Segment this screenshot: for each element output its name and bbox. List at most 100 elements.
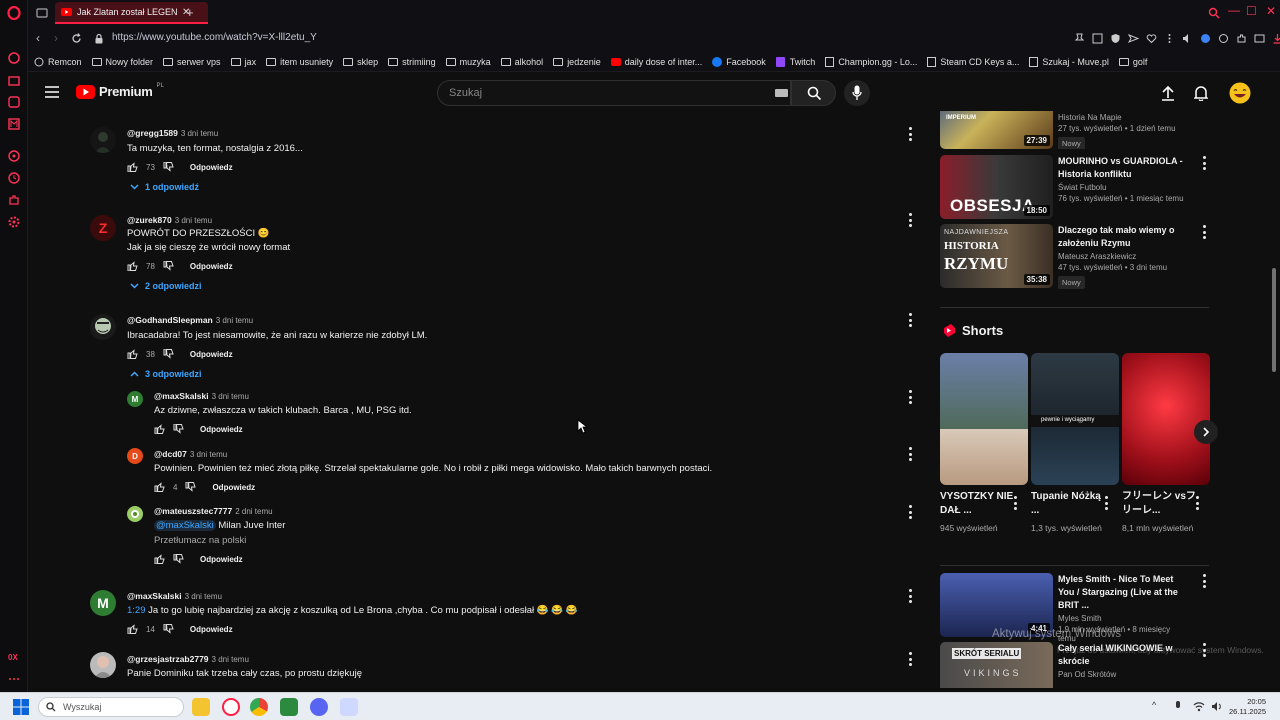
avatar[interactable] (90, 652, 116, 678)
video-channel[interactable]: Myles Smith (1058, 614, 1188, 623)
menu-icon[interactable] (45, 86, 59, 98)
comment-author[interactable]: @mateuszstec7777 (154, 506, 232, 516)
more-vertical-icon[interactable] (1164, 33, 1175, 44)
tab-menu-icon[interactable] (36, 7, 48, 19)
hide-replies-button[interactable]: 3 odpowiedzi (130, 369, 827, 379)
new-tab-button[interactable]: + (186, 5, 194, 20)
chevron-up-icon[interactable]: ^ (1152, 700, 1156, 710)
bookmark-facebook[interactable]: Facebook (712, 56, 766, 67)
sidebar-more-icon[interactable] (7, 672, 21, 686)
reply-button[interactable]: Odpowiedz (190, 262, 233, 271)
avatar[interactable] (127, 506, 143, 522)
opera-taskbar-icon[interactable] (222, 698, 240, 716)
snipping-tool-icon[interactable] (340, 698, 358, 716)
sidebar-aria-icon[interactable] (7, 51, 21, 65)
more-actions-icon[interactable] (908, 313, 912, 327)
video-channel[interactable]: Mateusz Araszkiewicz (1058, 252, 1188, 261)
video-title[interactable]: Myles Smith - Nice To Meet You / Stargaz… (1058, 573, 1188, 612)
bookmark-folder[interactable]: serwer vps (163, 57, 221, 67)
related-video[interactable]: OBSESJA 18:50 MOURINHO vs GUARDIOLA - Hi… (940, 155, 1210, 219)
comment-author[interactable]: @gregg1589 (127, 128, 178, 138)
youtube-logo[interactable]: Premium PL (76, 83, 164, 99)
related-video[interactable]: IMPERIUM 27:39 Historia Na Mapie 27 tys.… (940, 111, 1210, 149)
avatar[interactable]: D (127, 448, 143, 464)
video-channel[interactable]: Pan Od Skrótów (1058, 670, 1188, 679)
bookmark-folder[interactable]: alkohol (500, 57, 543, 67)
shield-icon[interactable] (1110, 33, 1121, 44)
avatar[interactable] (90, 314, 116, 340)
pin-icon[interactable] (1074, 33, 1085, 44)
video-channel[interactable]: Świat Futbolu (1058, 183, 1188, 192)
android-app-icon[interactable] (280, 698, 298, 716)
speaker-icon[interactable] (1211, 701, 1223, 712)
video-title[interactable]: Dlaczego tak mało wiemy o założeniu Rzym… (1058, 224, 1188, 250)
video-title[interactable]: MOURINHO vs GUARDIOLA - Historia konflik… (1058, 155, 1188, 181)
thumbs-up-icon[interactable] (127, 624, 138, 634)
show-replies-button[interactable]: 1 odpowiedź (130, 182, 827, 192)
reload-icon[interactable] (71, 33, 82, 44)
comment-time[interactable]: 3 dni temu (181, 129, 218, 138)
video-thumbnail[interactable]: SKRÓT SERIALU VIKINGS (940, 642, 1053, 688)
bookmark-page[interactable]: Champion.gg - Lo... (825, 56, 917, 67)
more-actions-icon[interactable] (1202, 574, 1206, 588)
comment-time[interactable]: 3 dni temu (175, 216, 212, 225)
more-actions-icon[interactable] (908, 127, 912, 141)
short-title[interactable]: VYSOTZKY NIE DAŁ ... (940, 490, 1020, 518)
comment-author[interactable]: @maxSkalski (127, 591, 182, 601)
more-actions-icon[interactable] (908, 447, 912, 461)
more-actions-icon[interactable] (908, 390, 912, 404)
translate-link[interactable]: Przetłumacz na polski (154, 534, 854, 548)
thumbs-down-icon[interactable] (185, 482, 197, 492)
bookmark-folder[interactable]: muzyka (445, 57, 491, 67)
vpn-icon[interactable] (1200, 33, 1211, 44)
comment-time[interactable]: 3 dni temu (190, 450, 227, 459)
thumbs-up-icon[interactable] (154, 554, 165, 564)
close-window-button[interactable]: ✕ (1266, 4, 1276, 18)
sidebar-ox-icon[interactable]: 0X (7, 650, 21, 664)
thumbs-up-icon[interactable] (154, 424, 165, 434)
scrollbar-thumb[interactable] (1272, 268, 1276, 372)
wallet-icon[interactable] (1254, 33, 1265, 44)
thumbs-down-icon[interactable] (163, 261, 174, 271)
url-field[interactable]: https://www.youtube.com/watch?v=X-lll2et… (112, 32, 317, 43)
video-thumbnail[interactable]: OBSESJA 18:50 (940, 155, 1053, 219)
video-channel[interactable]: Historia Na Mapie (1058, 113, 1188, 122)
sidebar-mail-icon[interactable] (7, 117, 21, 131)
bookmark-folder[interactable]: item usuniety (266, 57, 333, 67)
heart-icon[interactable] (1146, 33, 1157, 44)
comment-time[interactable]: 3 dni temu (212, 655, 249, 664)
speaker-icon[interactable] (1182, 33, 1193, 44)
thumbs-down-icon[interactable] (163, 624, 174, 634)
bookmark-youtube[interactable]: daily dose of inter... (610, 57, 702, 67)
maximize-button[interactable]: ☐ (1246, 4, 1257, 18)
discord-icon[interactable] (310, 698, 328, 716)
video-thumbnail[interactable]: NAJDAWNIEJSZA HISTORIA RZYMU 35:38 (940, 224, 1053, 288)
avatar[interactable] (90, 127, 116, 153)
back-button[interactable]: ‹ (36, 31, 40, 45)
comment-author[interactable]: @grzesjastrzab2779 (127, 654, 209, 664)
sidebar-extensions-icon[interactable] (7, 193, 21, 207)
avatar[interactable]: M (127, 391, 143, 407)
bookmark-folder[interactable]: sklep (343, 57, 378, 67)
sidebar-player-icon[interactable] (7, 149, 21, 163)
keyboard-icon[interactable] (775, 89, 788, 97)
thumbs-down-icon[interactable] (163, 349, 174, 359)
taskbar-clock[interactable]: 20:05 26.11.2025 (1229, 697, 1266, 717)
timestamp-link[interactable]: 1:29 (127, 605, 146, 616)
laughing-emoji-icon[interactable] (1229, 82, 1251, 104)
thumbs-up-icon[interactable] (127, 162, 138, 172)
send-icon[interactable] (1128, 33, 1139, 44)
chrome-icon[interactable] (250, 698, 268, 716)
snapshot-icon[interactable] (1092, 33, 1103, 44)
thumbs-down-icon[interactable] (173, 424, 184, 434)
short-thumbnail[interactable]: pewnie i wyciągamy (1031, 353, 1119, 485)
show-replies-button[interactable]: 2 odpowiedzi (130, 281, 827, 291)
sidebar-settings-icon[interactable] (7, 215, 21, 229)
file-explorer-icon[interactable] (192, 698, 210, 716)
voice-search-button[interactable] (844, 80, 870, 106)
sidebar-messenger-icon[interactable] (7, 95, 21, 109)
reply-button[interactable]: Odpowiedz (212, 483, 255, 492)
reply-button[interactable]: Odpowiedz (190, 625, 233, 634)
thumbs-down-icon[interactable] (163, 162, 174, 172)
short-thumbnail[interactable] (1122, 353, 1210, 485)
